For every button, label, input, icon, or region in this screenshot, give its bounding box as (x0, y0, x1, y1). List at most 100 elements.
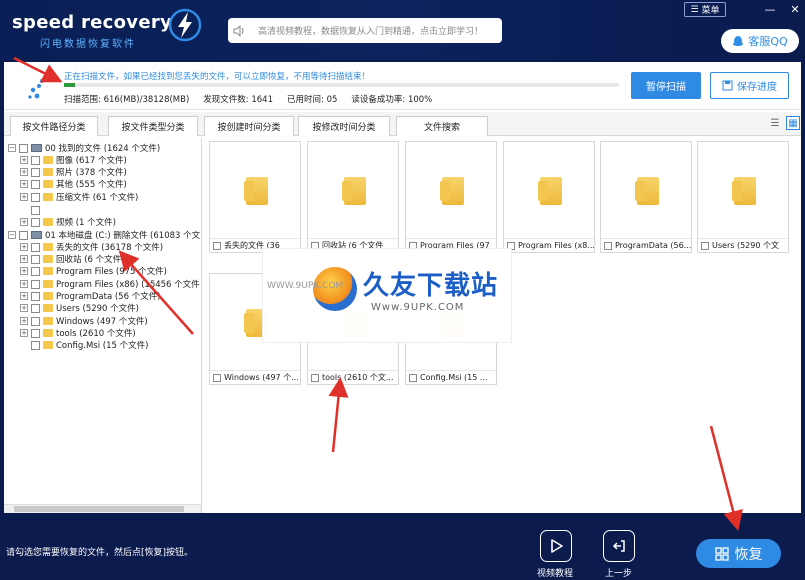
file-card-checkbox[interactable] (213, 241, 221, 250)
file-card[interactable]: 丢失的文件 (36 (209, 141, 301, 253)
expand-icon[interactable]: + (20, 243, 28, 251)
tree-checkbox[interactable] (31, 316, 40, 326)
video-tutorial-button[interactable] (540, 530, 572, 562)
folder-icon (732, 177, 756, 205)
folder-icon (43, 193, 53, 201)
folder-icon (43, 255, 53, 263)
expand-icon[interactable]: + (20, 180, 28, 188)
expand-icon[interactable]: + (20, 304, 28, 312)
tree-checkbox[interactable] (31, 155, 40, 165)
menu-button[interactable]: ☰ 菜单 (684, 2, 726, 17)
folder-icon (43, 180, 53, 188)
tree-row[interactable] (20, 204, 43, 216)
list-view-icon[interactable]: ☰ (768, 116, 782, 130)
close-button[interactable]: ✕ (786, 1, 804, 17)
tree-horizontal-scrollbar[interactable] (4, 504, 201, 513)
tutorial-marquee[interactable]: 高清视频教程，数据恢复从入门到精通，点击立即学习！ (228, 18, 502, 43)
file-card-checkbox[interactable] (311, 373, 319, 382)
tree-checkbox[interactable] (19, 143, 28, 153)
folder-icon (43, 156, 53, 164)
expand-icon[interactable]: + (20, 317, 28, 325)
tree-row[interactable]: + Windows (497 个文件) (20, 315, 148, 327)
save-progress-label: 保存进度 (737, 82, 777, 93)
scrollbar-thumb[interactable] (14, 506, 184, 512)
expand-icon[interactable]: + (20, 292, 28, 300)
tab-by-path[interactable]: 按文件路径分类 (10, 116, 98, 136)
file-card[interactable]: Program Files (x8... (503, 141, 595, 253)
tree-row[interactable]: + 丢失的文件 (36178 个文件) (20, 241, 163, 253)
tree-row[interactable]: + ProgramData (56 个文件) (20, 290, 161, 302)
tab-file-search[interactable]: 文件搜索 (396, 116, 488, 136)
file-card-checkbox[interactable] (701, 241, 709, 250)
customer-service-button[interactable]: 客服QQ (721, 29, 799, 53)
tab-by-type[interactable]: 按文件类型分类 (108, 116, 198, 136)
expand-icon[interactable]: + (20, 168, 28, 176)
file-card[interactable]: Program Files (97 (405, 141, 497, 253)
tab-by-created[interactable]: 按创建时间分类 (204, 116, 294, 136)
pause-scan-button[interactable]: 暂停扫描 (631, 72, 701, 99)
expand-icon[interactable]: + (20, 329, 28, 337)
expand-icon[interactable]: + (20, 255, 28, 263)
tree-row[interactable]: − 01 本地磁盘 (C:) 删除文件 (61083 个文 (8, 229, 200, 241)
tree-row[interactable]: + 压缩文件 (61 个文件) (20, 191, 138, 203)
tree-checkbox[interactable] (31, 328, 40, 338)
recover-grid-icon (714, 546, 729, 561)
tree-checkbox[interactable] (31, 192, 40, 202)
lightning-bolt-icon (168, 8, 202, 42)
tree-label: Windows (497 个文件) (56, 317, 148, 327)
file-card-checkbox[interactable] (213, 373, 221, 382)
speaker-icon (228, 18, 250, 43)
tree-label: Users (5290 个文件) (56, 304, 139, 314)
tree-row[interactable]: + Users (5290 个文件) (20, 302, 139, 314)
recover-button[interactable]: 恢复 (696, 539, 781, 568)
file-card-checkbox[interactable] (409, 373, 417, 382)
tree-label: 01 本地磁盘 (C:) 删除文件 (61083 个文 (45, 231, 201, 241)
collapse-icon[interactable]: − (8, 144, 16, 152)
tree-row[interactable]: + 视频 (1 个文件) (20, 216, 116, 228)
tree-row[interactable]: + 图像 (617 个文件) (20, 154, 127, 166)
tree-checkbox[interactable] (31, 266, 40, 276)
expand-icon[interactable]: + (20, 156, 28, 164)
tree-checkbox[interactable] (31, 205, 40, 215)
back-button[interactable] (603, 530, 635, 562)
tree-row[interactable]: − 00 找到的文件 (1624 个文件) (8, 142, 160, 154)
minimize-button[interactable]: — (761, 1, 779, 17)
tree-row[interactable]: + Program Files (975 个文件) (20, 265, 167, 277)
recover-label: 恢复 (734, 546, 763, 563)
expand-icon[interactable]: + (20, 193, 28, 201)
tree-row[interactable]: + 其他 (555 个文件) (20, 178, 127, 190)
tree-checkbox[interactable] (31, 179, 40, 189)
read-success-rate: 读设备成功率: 100% (351, 95, 433, 105)
file-card[interactable]: ProgramData (56... (600, 141, 692, 253)
collapse-icon[interactable]: − (8, 231, 16, 239)
drive-icon (31, 231, 42, 239)
tree-checkbox[interactable] (31, 217, 40, 227)
video-tutorial-label: 视频教程 (537, 569, 574, 579)
tree-checkbox[interactable] (19, 230, 28, 240)
file-card-checkbox[interactable] (604, 241, 612, 250)
folder-icon (43, 304, 53, 312)
file-card[interactable]: 回收站 (6 个文件 (307, 141, 399, 253)
tree-checkbox[interactable] (31, 340, 40, 350)
tab-by-modified[interactable]: 按修改时间分类 (298, 116, 390, 136)
save-progress-button[interactable]: 保存进度 (710, 72, 789, 99)
grid-view-icon[interactable]: ▦ (786, 116, 800, 130)
tree-label: Program Files (x86) (15456 个文件 (56, 280, 200, 290)
tree-checkbox[interactable] (31, 242, 40, 252)
expand-icon[interactable]: + (20, 280, 28, 288)
file-card-label: Windows (497 个... (224, 373, 299, 382)
tree-row[interactable]: + 回收站 (6 个文件) (20, 253, 124, 265)
tree-row[interactable]: + tools (2610 个文件) (20, 327, 136, 339)
expand-icon[interactable]: + (20, 218, 28, 226)
elapsed-time: 已用时间: 05 (287, 95, 338, 105)
tree-checkbox[interactable] (31, 254, 40, 264)
file-card[interactable]: Users (5290 个文 (697, 141, 789, 253)
tree-checkbox[interactable] (31, 303, 40, 313)
tree-checkbox[interactable] (31, 291, 40, 301)
tree-checkbox[interactable] (31, 279, 40, 289)
expand-icon[interactable]: + (20, 267, 28, 275)
tree-row[interactable]: + 照片 (378 个文件) (20, 166, 127, 178)
tree-checkbox[interactable] (31, 167, 40, 177)
tree-row[interactable]: + Program Files (x86) (15456 个文件 (20, 278, 200, 290)
tree-row[interactable]: Config.Msi (15 个文件) (20, 339, 148, 351)
